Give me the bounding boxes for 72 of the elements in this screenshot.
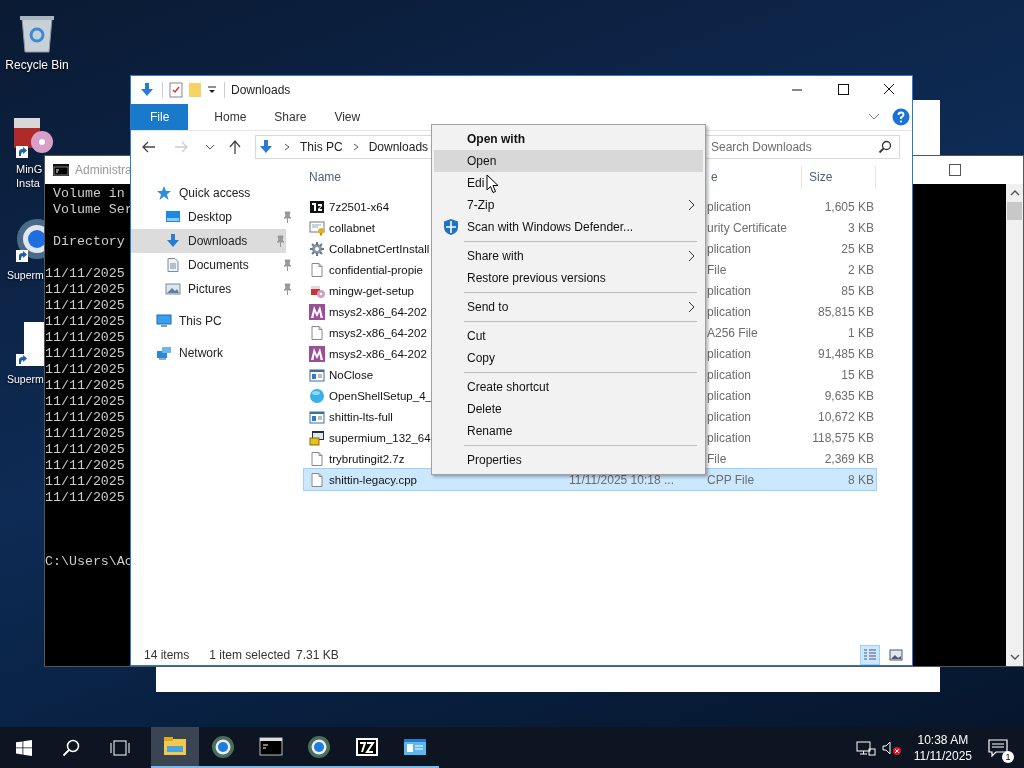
console-line: 11/11/2025 xyxy=(45,330,125,346)
file-type: plication xyxy=(707,346,752,361)
file-size: 2,369 KB xyxy=(824,451,874,466)
file-name: 7z2501-x64 xyxy=(329,200,390,213)
console-line: 11/11/2025 xyxy=(45,346,125,362)
console-prompt: C:\Users\Ac xyxy=(45,554,133,570)
file-size: 25 KB xyxy=(841,241,874,256)
selection-info: 1 item selected xyxy=(209,647,291,662)
file-type: plication xyxy=(707,283,752,298)
file-name: CollabnetCertInstall xyxy=(329,242,430,255)
file-name: msys2-x86_64-202 xyxy=(329,326,427,339)
item-count: 14 items xyxy=(144,647,190,662)
console-line: 11/11/2025 xyxy=(45,490,125,506)
file-type: plication xyxy=(707,388,752,403)
file-type: File xyxy=(707,262,727,277)
file-type: plication xyxy=(707,241,752,256)
file-size: 3 KB xyxy=(848,220,874,235)
file-name: shittin-lts-full xyxy=(329,410,393,423)
selection-size: 7.31 KB xyxy=(296,647,339,662)
file-type: plication xyxy=(707,430,752,445)
file-name: collabnet xyxy=(329,221,376,234)
console-line: 11/11/2025 xyxy=(45,458,125,474)
console-line: 11/11/2025 xyxy=(45,394,125,410)
file-size: 1,605 KB xyxy=(824,199,874,214)
console-line: 11/11/2025 xyxy=(45,474,125,490)
file-type: A256 File xyxy=(707,325,758,340)
console-line: Volume Ser xyxy=(52,202,133,218)
desktop-icon-label: Superm xyxy=(7,372,44,386)
desktop-icon-label: Recycle Bin xyxy=(5,58,69,72)
file-type: plication xyxy=(707,304,752,319)
file-name: msys2-x86_64-202 xyxy=(329,347,427,360)
window-title: Administra xyxy=(75,163,132,177)
file-type: File xyxy=(707,451,727,466)
file-size: 85,815 KB xyxy=(817,304,874,319)
console-line: 11/11/2025 xyxy=(45,442,125,458)
file-size: 8 KB xyxy=(848,472,874,487)
file-type: plication xyxy=(707,409,752,424)
console-line: 11/11/2025 xyxy=(45,410,125,426)
console-line: Directory xyxy=(52,234,125,250)
console-line: 11/11/2025 xyxy=(45,266,125,282)
console-line: 11/11/2025 xyxy=(45,426,125,442)
file-name: trybrutingit2.7z xyxy=(329,452,405,465)
file-size: 9,635 KB xyxy=(824,388,874,403)
file-name: shittin-legacy.cpp xyxy=(329,473,417,486)
file-name: supermium_132_64 xyxy=(329,431,431,444)
file-type: plication xyxy=(707,367,752,382)
console-line: 11/11/2025 xyxy=(45,298,125,314)
file-size: 10,672 KB xyxy=(817,409,874,424)
file-name: OpenShellSetup_4_ xyxy=(329,389,432,402)
file-name: msys2-x86_64-202 xyxy=(329,305,427,318)
console-line: Volume in xyxy=(52,186,125,202)
file-name: NoClose xyxy=(329,368,374,381)
file-type: plication xyxy=(707,199,752,214)
file-size: 91,485 KB xyxy=(817,346,874,361)
file-type: CPP File xyxy=(707,472,755,487)
file-size: 2 KB xyxy=(848,262,874,277)
file-size: 85 KB xyxy=(841,283,874,298)
desktop-icon-label: MinG Insta xyxy=(16,162,43,190)
file-size: 15 KB xyxy=(841,367,874,382)
file-name: confidential-propie xyxy=(329,263,423,276)
file-name: mingw-get-setup xyxy=(329,284,414,297)
file-type: urity Certificate xyxy=(707,220,788,235)
console-line: 11/11/2025 xyxy=(45,378,125,394)
file-size: 118,575 KB xyxy=(812,430,874,445)
console-line: 11/11/2025 xyxy=(45,314,125,330)
notification-count: 1 xyxy=(1002,750,1014,763)
file-date: 11/11/2025 10:18 ... xyxy=(569,472,674,487)
file-size: 1 KB xyxy=(848,325,874,340)
console-line: 11/11/2025 xyxy=(45,362,125,378)
console-line: 11/11/2025 xyxy=(45,282,125,298)
window-title: Downloads xyxy=(231,83,291,97)
desktop-icon-label: Superm xyxy=(7,268,44,282)
